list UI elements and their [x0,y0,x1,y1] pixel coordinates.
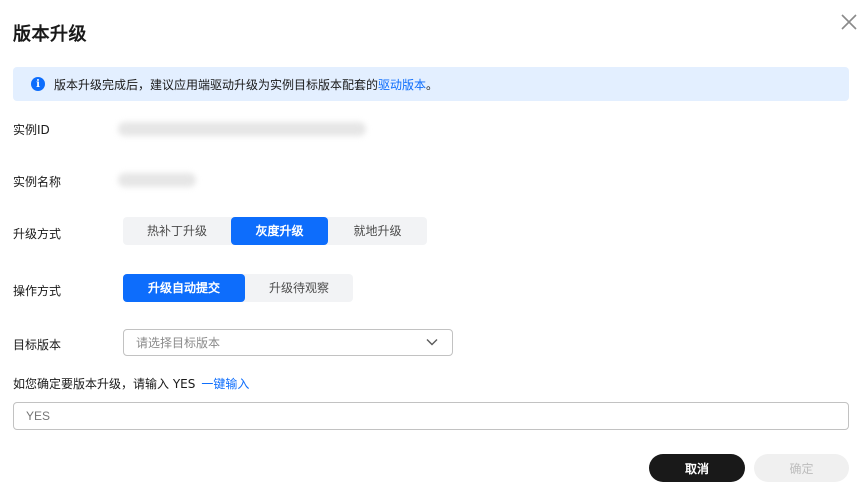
operation-mode-auto-commit[interactable]: 升级自动提交 [123,274,245,302]
upgrade-mode-gray[interactable]: 灰度升级 [231,217,328,245]
operation-mode-label: 操作方式 [13,284,62,298]
instance-name-label: 实例名称 [13,175,62,189]
chevron-down-icon [426,339,438,346]
notice-banner: i 版本升级完成后，建议应用端驱动升级为实例目标版本配套的 驱动版本。 [13,67,849,101]
one-click-input-link[interactable]: 一键输入 [201,377,249,391]
upgrade-mode-selector: 热补丁升级 灰度升级 就地升级 [123,217,427,245]
target-version-label: 目标版本 [13,338,62,352]
notice-text: 版本升级完成后，建议应用端驱动升级为实例目标版本配套的 [54,77,379,92]
confirm-input[interactable] [13,402,849,430]
upgrade-mode-label: 升级方式 [13,227,62,241]
dialog-title: 版本升级 [13,24,87,45]
operation-mode-selector: 升级自动提交 升级待观察 [123,274,353,302]
upgrade-mode-inplace[interactable]: 就地升级 [328,217,427,245]
instance-id-value [118,122,366,136]
notice-suffix: 。 [426,77,439,92]
instance-id-label: 实例ID [13,123,50,137]
driver-version-link[interactable]: 驱动版本 [378,76,426,93]
operation-mode-observe[interactable]: 升级待观察 [245,274,353,302]
target-version-placeholder: 请选择目标版本 [136,336,221,350]
target-version-select[interactable]: 请选择目标版本 [123,329,453,356]
confirm-button[interactable]: 确定 [754,454,849,482]
confirm-text: 如您确定要版本升级，请输入 YES [13,377,196,391]
close-icon[interactable] [839,12,859,32]
cancel-button[interactable]: 取消 [649,454,745,482]
upgrade-mode-hotpatch[interactable]: 热补丁升级 [123,217,231,245]
info-icon: i [31,77,45,91]
instance-name-value [118,173,196,187]
confirm-instruction: 如您确定要版本升级，请输入 YES 一键输入 [13,375,249,392]
